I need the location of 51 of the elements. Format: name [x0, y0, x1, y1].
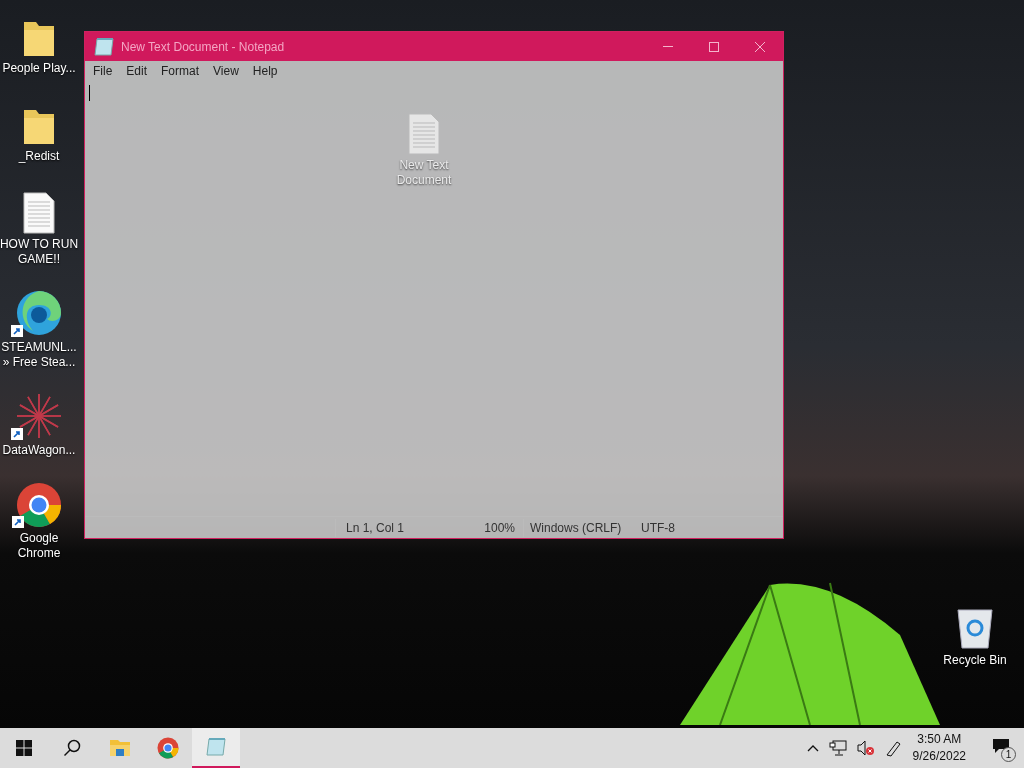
desktop-icon[interactable]: Recycle Bin	[936, 600, 1014, 668]
desktop-icon[interactable]: HOW TO RUN GAME!!	[0, 184, 78, 267]
edge-browser-icon	[15, 289, 63, 337]
notepad-icon	[205, 737, 227, 757]
menu-item[interactable]: View	[207, 62, 245, 80]
document-icon	[408, 113, 440, 155]
window-title: New Text Document - Notepad	[121, 38, 285, 56]
chrome-browser-icon	[157, 737, 179, 759]
minimize-icon	[663, 46, 673, 47]
pen-icon	[884, 739, 903, 757]
muted-speaker-icon	[856, 740, 875, 756]
icon-label: Recycle Bin	[943, 653, 1007, 668]
shortcut-arrow-icon	[11, 428, 23, 440]
icon-label: _Redist	[18, 149, 60, 164]
icon-label: People Play...	[2, 61, 76, 76]
notepad-icon	[93, 36, 115, 57]
search-icon	[63, 739, 81, 757]
status-text: Ln 1, Col 1	[335, 518, 455, 537]
icon-label: DataWagon...	[2, 443, 76, 458]
notification-count: 1	[1001, 747, 1016, 762]
document-icon	[23, 192, 55, 234]
close-icon	[755, 41, 765, 52]
chrome-browser-icon	[16, 482, 62, 528]
desktop-icon[interactable]: _Redist	[0, 96, 78, 164]
menu-item[interactable]: Format	[155, 62, 206, 80]
status-text: UTF-8	[641, 519, 676, 537]
chevron-up-icon	[806, 744, 819, 752]
starburst-icon	[15, 392, 63, 440]
shortcut-arrow-icon	[12, 516, 24, 528]
desktop-icon[interactable]: Google Chrome	[0, 478, 78, 561]
clock-time[interactable]: 3:50 AM	[917, 731, 962, 748]
shortcut-arrow-icon	[11, 325, 23, 337]
menu-item[interactable]: File	[87, 62, 119, 80]
windows-logo-icon	[16, 740, 32, 756]
icon-label: HOW TO RUN GAME!!	[0, 237, 79, 267]
icon-label: STEAMUNL... » Free Stea...	[1, 340, 77, 370]
recycle-bin-icon	[955, 606, 995, 650]
menu-item[interactable]: Edit	[120, 62, 154, 80]
network-icon	[828, 740, 847, 756]
icon-label: Google Chrome	[17, 531, 61, 561]
folder-icon	[109, 739, 131, 757]
desktop-icon[interactable]: DataWagon...	[0, 390, 78, 458]
desktop-icon[interactable]: People Play...	[0, 8, 78, 76]
desktop-icon[interactable]: STEAMUNL... » Free Stea...	[0, 287, 78, 370]
clock-date[interactable]: 9/26/2022	[912, 748, 966, 765]
menu-item[interactable]: Help	[246, 62, 284, 80]
notification-button[interactable]: 1	[990, 734, 1016, 762]
icon-label: New Text Document	[396, 158, 452, 188]
status-text: 100%	[483, 519, 515, 537]
maximize-icon	[709, 41, 719, 52]
status-text: Windows (CRLF)	[523, 518, 641, 537]
